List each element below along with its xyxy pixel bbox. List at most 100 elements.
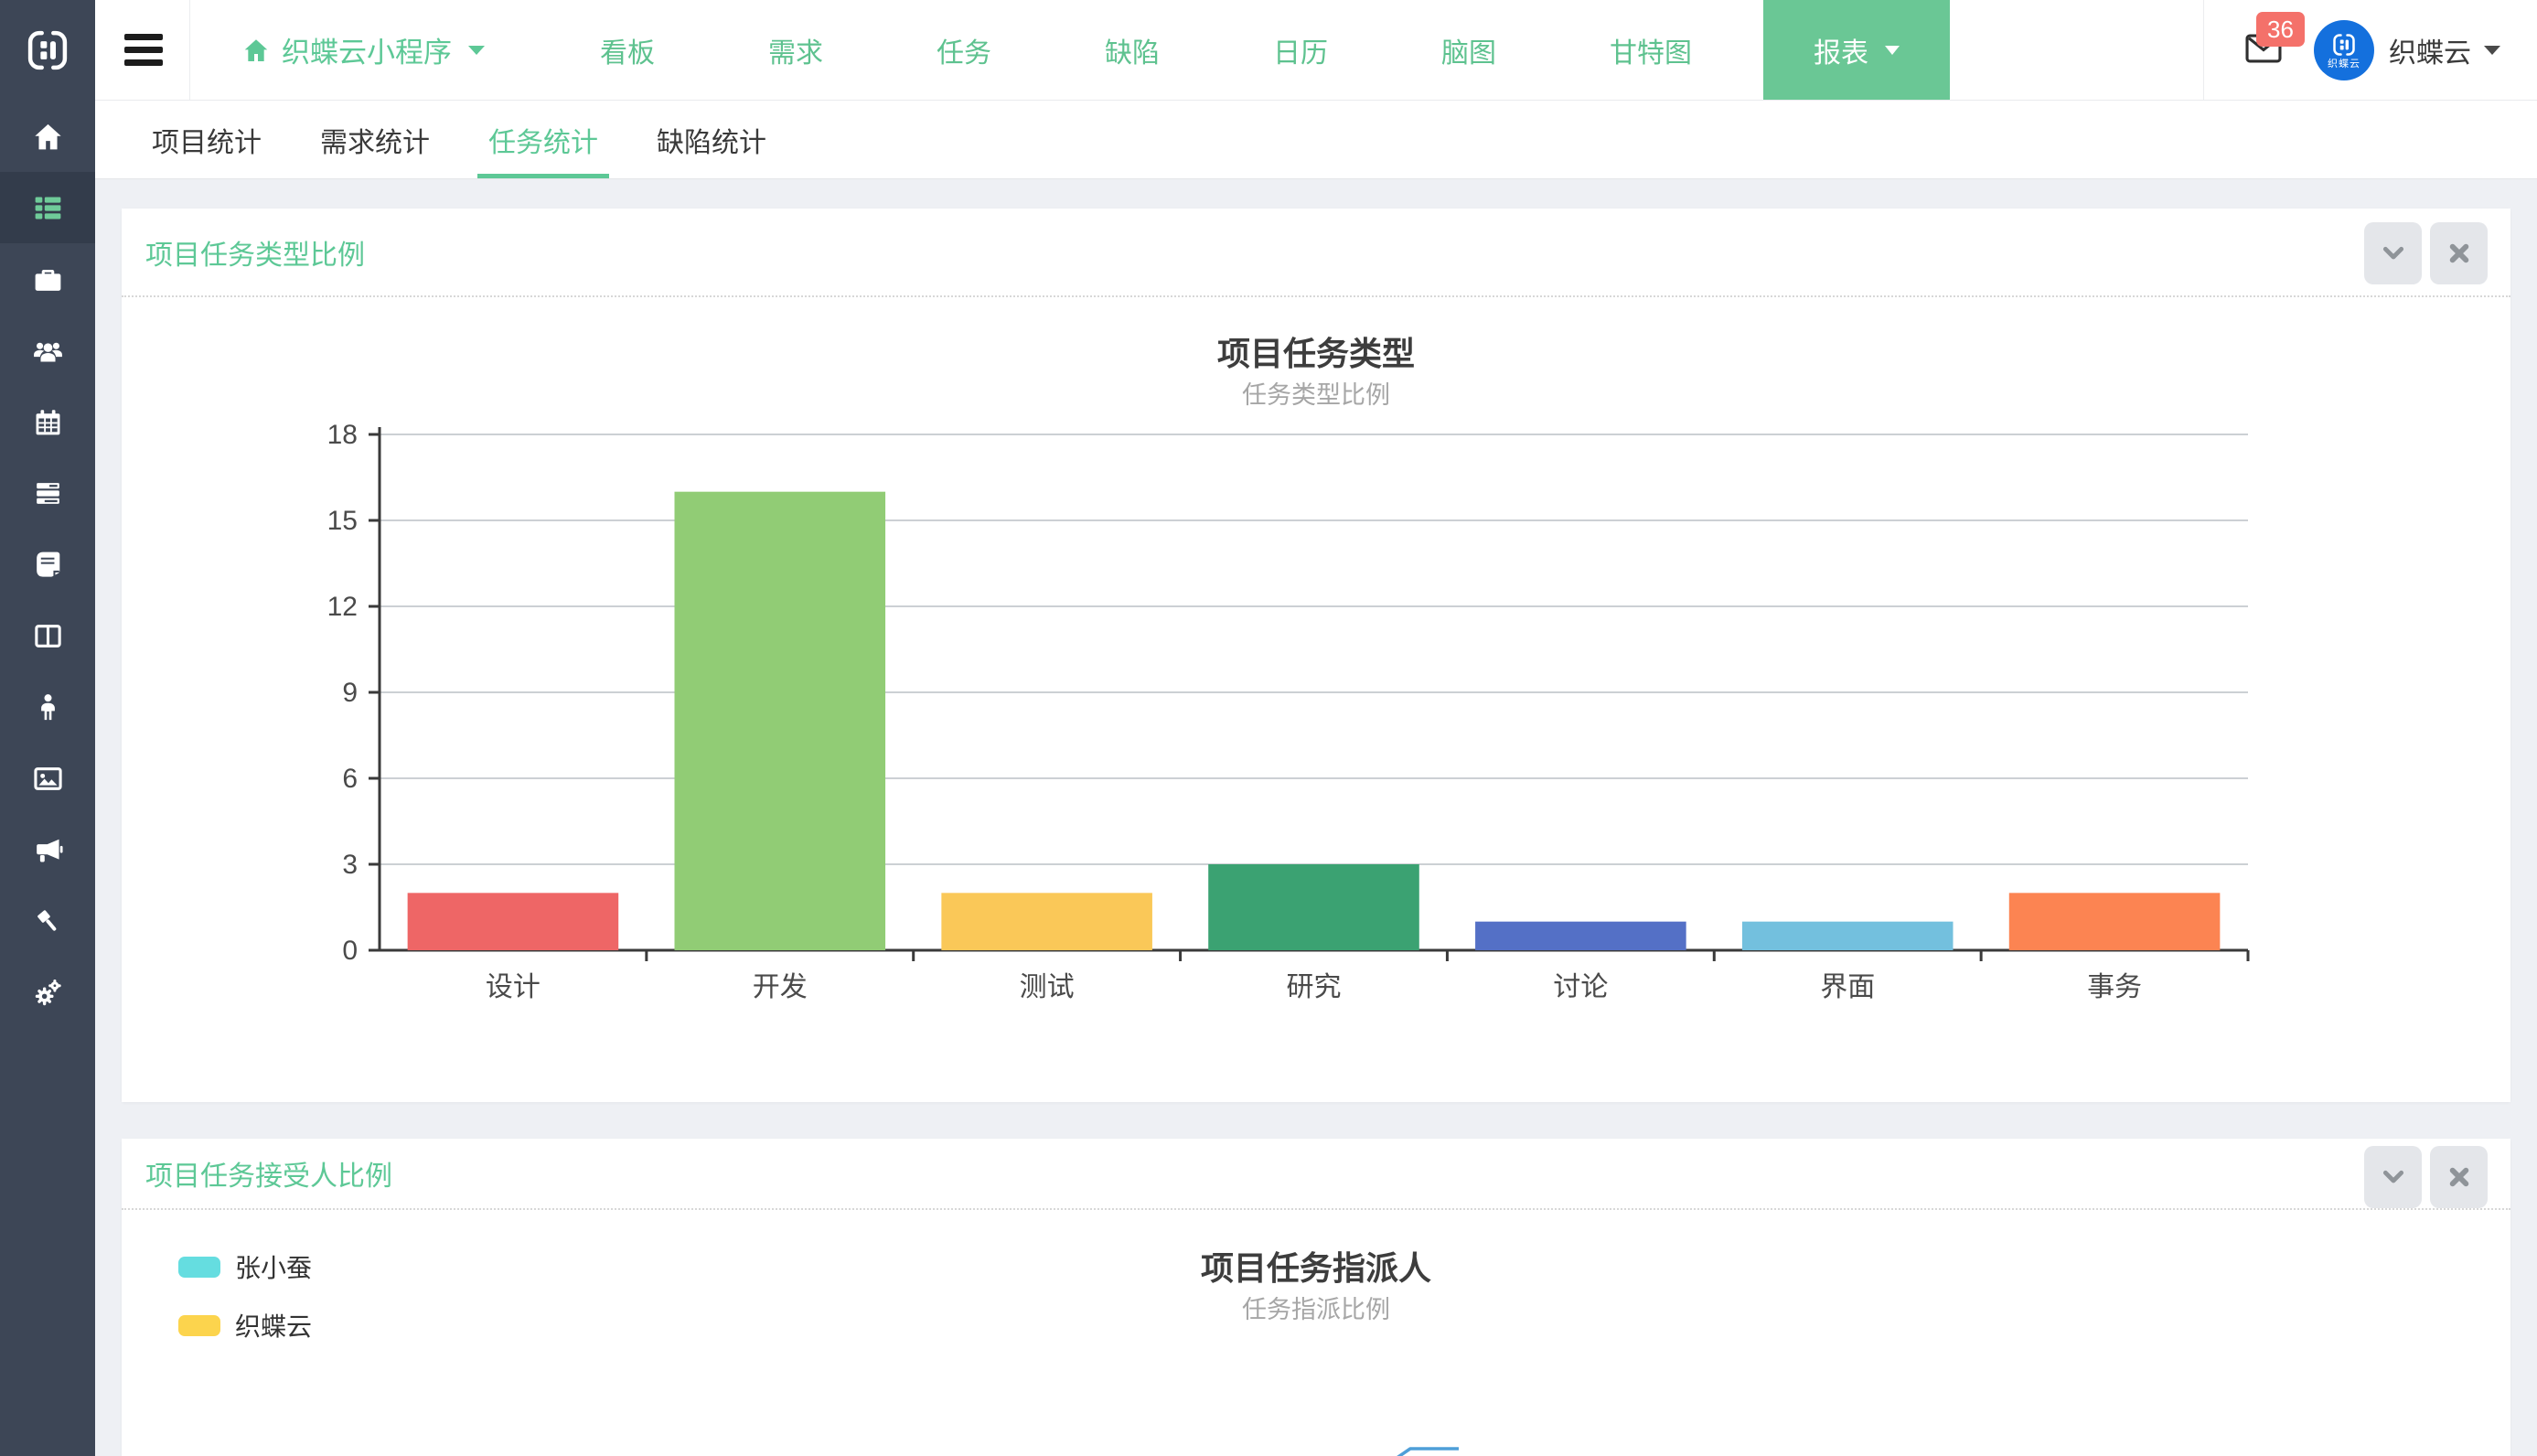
sidebar-item-home[interactable] [0, 101, 95, 172]
sidebar-item-gavel[interactable] [0, 885, 95, 957]
user-name[interactable]: 织蝶云 [2389, 30, 2471, 70]
sidebar-item-person[interactable] [0, 671, 95, 743]
nav-item-2[interactable]: 任务 [937, 30, 991, 70]
nav-item-3[interactable]: 缺陷 [1105, 30, 1160, 70]
chevron-down-icon [2379, 1162, 2408, 1192]
calendar-icon [31, 405, 65, 439]
tab-0[interactable]: 项目统计 [146, 101, 267, 178]
sidebar-item-book[interactable] [0, 529, 95, 600]
notification-badge: 36 [2256, 12, 2305, 47]
close-button[interactable] [2430, 222, 2488, 284]
collapse-button[interactable] [2364, 1146, 2422, 1208]
chart-subtitle: 任务类型比例 [122, 381, 2510, 409]
bar-开发[interactable] [675, 492, 886, 950]
topbar: 织蝶云小程序 看板 需求 任务 缺陷 日历 脑图 甘特图 报表 36 [95, 0, 2537, 101]
chart-title: 项目任务指派人 [122, 1250, 2510, 1287]
columns-icon [31, 619, 65, 653]
close-icon [2445, 239, 2474, 268]
book-icon [31, 548, 65, 582]
svg-text:6: 6 [342, 764, 358, 794]
megaphone-icon [31, 833, 65, 867]
sidebar-item-calendar[interactable] [0, 386, 95, 457]
svg-text:测试: 测试 [1020, 972, 1075, 1001]
collapse-button[interactable] [2364, 222, 2422, 284]
chart-title: 项目任务类型 [122, 336, 2510, 372]
svg-text:12: 12 [327, 592, 358, 622]
project-selector[interactable]: 织蝶云小程序 [241, 0, 485, 100]
bar-研究[interactable] [1208, 864, 1419, 950]
panel-actions [2364, 222, 2488, 284]
legend-item-1[interactable]: 织蝶云 [178, 1307, 312, 1344]
svg-text:讨论: 讨论 [1553, 972, 1608, 1001]
nav-item-5[interactable]: 脑图 [1441, 30, 1496, 70]
svg-text:3: 3 [342, 850, 358, 880]
chart-head: 项目任务类型 任务类型比例 [122, 297, 2510, 409]
image-icon [31, 762, 65, 796]
pie-legend: 张小蚕织蝶云 [178, 1248, 312, 1344]
gavel-icon [31, 905, 65, 938]
sidebar-item-team[interactable] [0, 315, 95, 386]
person-icon [31, 691, 65, 724]
panel-header: 项目任务类型比例 [122, 209, 2510, 297]
chevron-down-icon [1885, 46, 1900, 55]
legend-label: 张小蚕 [235, 1248, 312, 1285]
avatar-caption: 织蝶云 [2328, 59, 2360, 70]
svg-text:设计: 设计 [486, 972, 541, 1001]
brand-logo-icon [23, 26, 72, 75]
page-content: 项目任务类型比例 项目任务类型 任务类型比例 0369121518设计开发测试研… [95, 179, 2537, 1456]
bar-测试[interactable] [941, 893, 1152, 950]
svg-text:事务: 事务 [2087, 972, 2142, 1001]
sidebar-item-megaphone[interactable] [0, 814, 95, 885]
svg-text:开发: 开发 [753, 972, 808, 1001]
hamburger-menu-icon[interactable] [121, 0, 166, 100]
legend-swatch [178, 1257, 220, 1278]
avatar[interactable]: 织蝶云 [2314, 20, 2374, 80]
chart-head: 项目任务指派人 任务指派比例 [122, 1210, 2510, 1323]
sidebar-item-image[interactable] [0, 743, 95, 814]
tab-2[interactable]: 任务统计 [483, 101, 604, 178]
project-name: 织蝶云小程序 [282, 29, 452, 70]
reports-label: 报表 [1814, 30, 1868, 70]
panel-header: 项目任务接受人比例 [122, 1139, 2510, 1210]
stats-tabbar: 项目统计需求统计任务统计缺陷统计 [95, 101, 2537, 179]
sidebar-item-th-list[interactable] [0, 172, 95, 243]
pie-label-line [1386, 1429, 1468, 1456]
nav-item-1[interactable]: 需求 [768, 30, 823, 70]
bar-讨论[interactable] [1475, 922, 1686, 950]
svg-text:18: 18 [327, 420, 358, 450]
svg-text:9: 9 [342, 678, 358, 708]
legend-item-0[interactable]: 张小蚕 [178, 1248, 312, 1285]
sidebar-item-columns[interactable] [0, 600, 95, 671]
svg-text:15: 15 [327, 506, 358, 536]
tab-3[interactable]: 缺陷统计 [651, 101, 772, 178]
legend-swatch [178, 1315, 220, 1336]
nav-item-0[interactable]: 看板 [600, 30, 655, 70]
bar-事务[interactable] [2009, 893, 2221, 950]
team-icon [31, 334, 65, 368]
panel-task-assignee-ratio: 项目任务接受人比例 项目任务指派人 任务指派比例 张小蚕织蝶云 [122, 1139, 2510, 1456]
tasks-icon [31, 476, 65, 510]
top-nav: 看板 需求 任务 缺陷 日历 脑图 甘特图 [600, 0, 1692, 100]
panel-title: 项目任务接受人比例 [145, 1153, 392, 1194]
sidebar-item-briefcase[interactable] [0, 243, 95, 315]
mail-button[interactable]: 36 [2243, 28, 2286, 72]
svg-text:界面: 界面 [1820, 972, 1875, 1001]
nav-item-4[interactable]: 日历 [1273, 30, 1328, 70]
nav-item-6[interactable]: 甘特图 [1610, 30, 1692, 70]
chevron-down-icon[interactable] [2484, 46, 2500, 55]
briefcase-icon [31, 262, 65, 296]
home-icon [241, 36, 271, 65]
svg-text:0: 0 [342, 936, 358, 966]
sidebar-item-gears[interactable] [0, 957, 95, 1028]
tab-1[interactable]: 需求统计 [315, 101, 435, 178]
topbar-divider [189, 0, 190, 100]
topbar-divider [2203, 0, 2204, 100]
nav-item-reports[interactable]: 报表 [1763, 0, 1950, 100]
chevron-down-icon [468, 46, 485, 55]
home-icon [31, 120, 65, 154]
app-logo[interactable] [0, 0, 95, 101]
close-button[interactable] [2430, 1146, 2488, 1208]
bar-设计[interactable] [408, 893, 619, 950]
bar-界面[interactable] [1742, 922, 1954, 950]
sidebar-item-tasks[interactable] [0, 457, 95, 529]
